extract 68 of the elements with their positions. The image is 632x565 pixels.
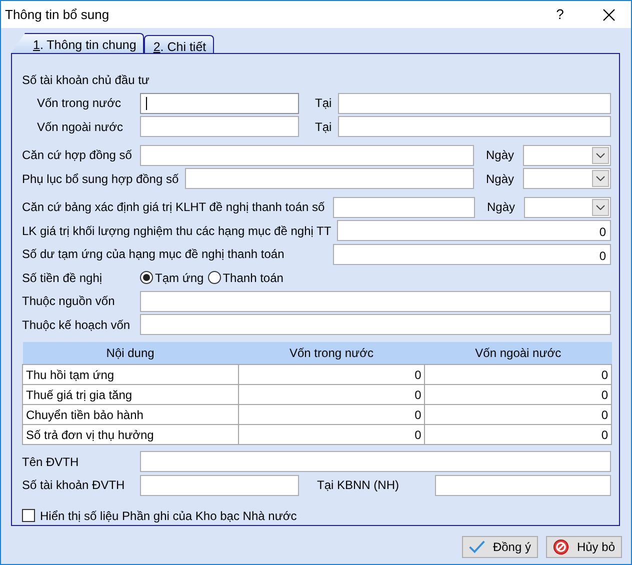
field-label: Tại KBNN (NH): [316, 477, 400, 494]
table-cell: Chuyển tiền bảo hành: [22, 404, 238, 424]
tab[interactable]: 2. Chi tiết: [144, 35, 214, 53]
table-cell: Thuế giá trị gia tăng: [22, 384, 238, 404]
field-label: Tại: [314, 95, 333, 112]
field-label: Thuộc kế hoạch vốn: [22, 316, 132, 334]
field-label: Vốn ngoài nước: [36, 118, 124, 136]
field-label: LK giá trị khối lượng nghiệm thu các hạng mục đề nghị TT: [22, 222, 332, 240]
field-label: Vốn trong nước: [36, 95, 122, 112]
checkbox[interactable]: [22, 509, 35, 522]
date-dropdown[interactable]: [523, 144, 611, 166]
chevron-down-icon: [596, 152, 605, 158]
input-field[interactable]: [140, 314, 611, 336]
section-label: Số tài khoản chủ đầu tư: [22, 72, 150, 89]
radio-option[interactable]: Thanh toán: [208, 268, 284, 287]
checkmark-icon: [469, 539, 485, 555]
table-cell: Số trả đơn vị thụ hưởng: [22, 424, 238, 444]
field-label: Căn cứ hợp đồng số: [22, 147, 133, 164]
chevron-down-icon: [596, 204, 605, 210]
input-field[interactable]: [184, 168, 474, 190]
cancel-icon: [553, 538, 569, 556]
field-label: Tại: [314, 118, 333, 136]
input-field[interactable]: [338, 116, 611, 138]
input-field[interactable]: [140, 474, 299, 496]
close-icon: [603, 8, 615, 20]
text-cursor: [146, 96, 147, 110]
input-field[interactable]: [140, 92, 299, 114]
window-title: Thông tin bổ sung: [5, 6, 110, 24]
date-dropdown[interactable]: [524, 196, 611, 218]
table-cell[interactable]: 0: [424, 424, 612, 444]
input-field[interactable]: [140, 290, 611, 312]
field-label: Số dư tạm ứng của hạng mục đề nghị thanh toán: [22, 246, 286, 264]
checkbox-label: Hiển thị số liệu Phần ghi của Kho bạc Nhà nước: [40, 508, 298, 525]
input-field[interactable]: [338, 92, 611, 114]
field-label: Số tài khoản ĐVTH: [22, 477, 126, 494]
help-button[interactable]: ?: [545, 4, 575, 25]
table-cell[interactable]: 0: [238, 404, 425, 424]
field-label: Số tiền đề nghị: [22, 270, 104, 287]
date-dropdown[interactable]: [523, 168, 611, 190]
radio-option[interactable]: Tạm ứng: [140, 268, 204, 287]
dialog-button[interactable]: Đồng ý: [462, 536, 538, 558]
input-field[interactable]: [333, 196, 475, 218]
table-cell[interactable]: 0: [424, 364, 612, 384]
field-label: Ngày: [485, 170, 516, 188]
input-field[interactable]: 0: [333, 244, 611, 265]
input-field[interactable]: [435, 474, 611, 496]
table-cell[interactable]: 0: [424, 404, 612, 424]
column-header: Vốn trong nước: [238, 342, 425, 364]
field-label: Tên ĐVTH: [22, 454, 80, 471]
table-cell[interactable]: 0: [424, 384, 612, 404]
chevron-down-icon: [596, 176, 605, 182]
field-label: Thuộc nguồn vốn: [22, 293, 116, 310]
table-cell: Thu hồi tạm ứng: [22, 364, 238, 384]
input-field[interactable]: 0: [337, 220, 611, 242]
input-field[interactable]: [140, 451, 611, 472]
input-field[interactable]: [140, 116, 299, 138]
field-label: Phụ lục bổ sung hợp đồng số: [22, 170, 180, 188]
column-header: Nội dung: [22, 342, 238, 364]
tab[interactable]: 1. Thông tin chung: [11, 33, 144, 53]
field-label: Căn cứ bảng xác định giá trị KLHT đề nghị thanh toán số: [22, 199, 326, 216]
dialog-button[interactable]: Hủy bỏ: [546, 536, 622, 558]
field-label: Ngày: [485, 147, 516, 164]
table-cell[interactable]: 0: [238, 424, 425, 444]
field-label: Ngày: [486, 199, 516, 216]
table-cell[interactable]: 0: [238, 384, 425, 404]
table-cell[interactable]: 0: [238, 364, 425, 384]
column-header: Vốn ngoài nước: [424, 342, 612, 364]
input-field[interactable]: [140, 144, 474, 166]
